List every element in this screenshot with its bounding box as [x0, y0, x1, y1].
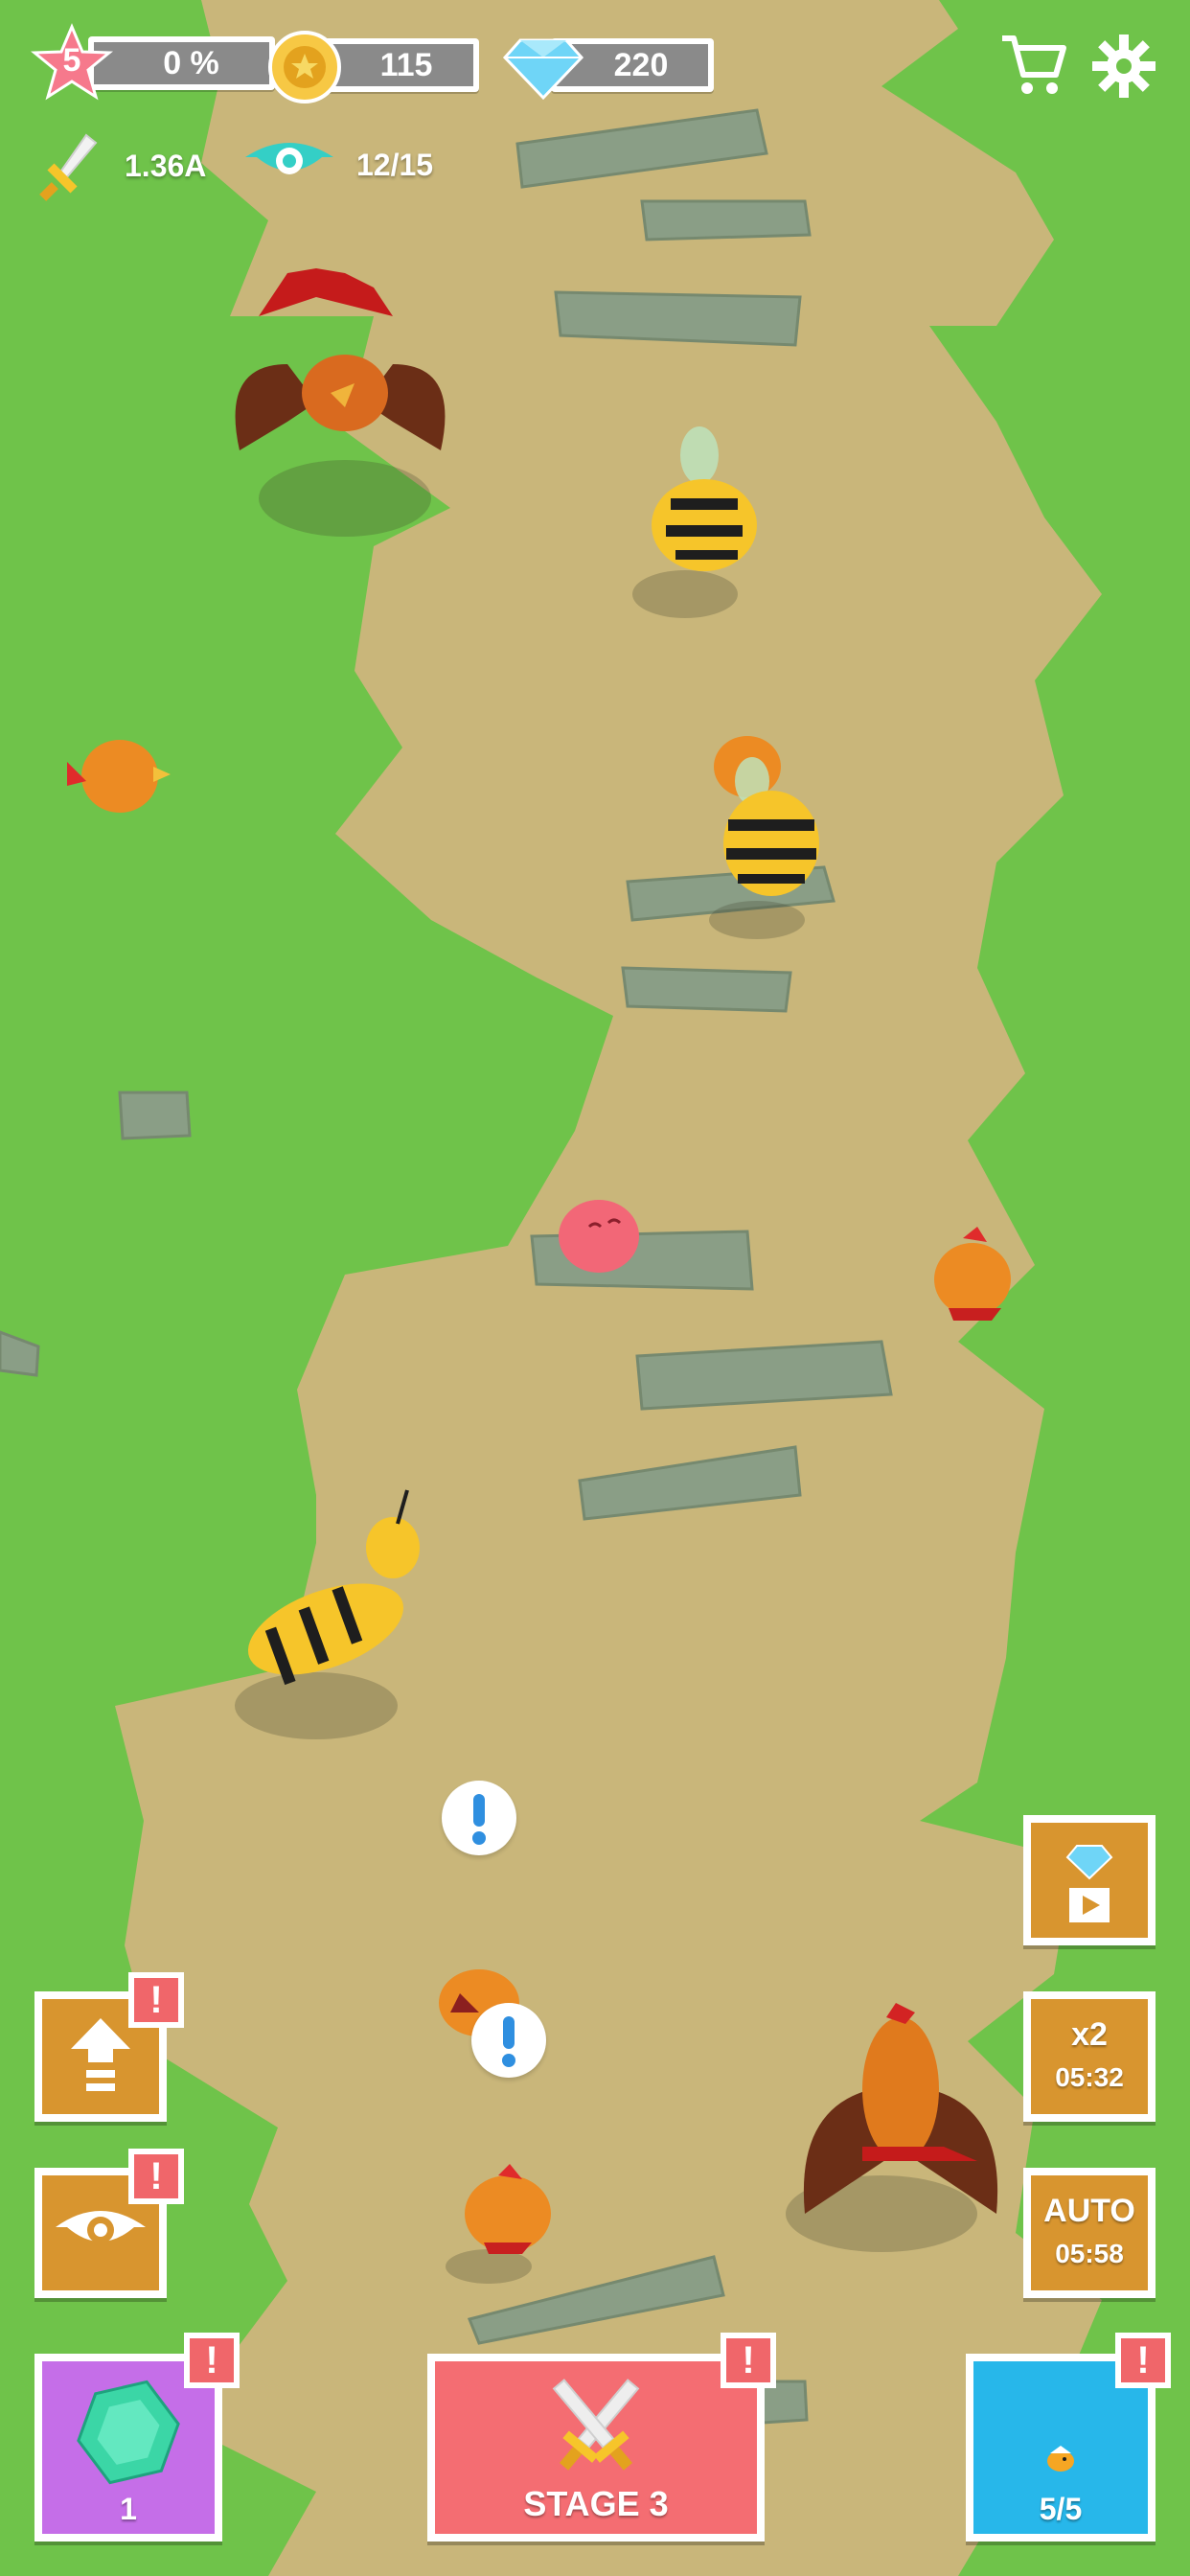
video-gem-button[interactable] [1023, 1815, 1156, 1945]
coin-icon [268, 31, 341, 104]
coin-counter: 115 [268, 29, 479, 105]
coin-count: 115 [379, 46, 433, 83]
attack-value: 1.36A [125, 149, 207, 183]
level-indicator: 0 % 5 [31, 23, 275, 102]
speed-boost-button[interactable]: x2 05:32 [1023, 1991, 1156, 2122]
gear-icon [1092, 34, 1156, 98]
gem-count: 220 [613, 46, 669, 83]
level-number: 5 [62, 42, 81, 79]
speed-timer: 05:32 [1055, 2062, 1124, 2092]
auto-timer: 05:58 [1055, 2239, 1124, 2268]
upgrade-alert-badge: ! [128, 1972, 184, 2028]
vision-alert-badge: ! [128, 2149, 184, 2204]
cart-icon [1002, 35, 1066, 94]
stage-battle-button[interactable]: STAGE 3 [427, 2354, 765, 2542]
alert-speech-bubble[interactable] [442, 1781, 516, 1855]
auto-battle-button[interactable]: AUTO 05:58 [1023, 2168, 1156, 2298]
exclamation-icon [472, 1794, 486, 1845]
level-progress-bar: 0 % [88, 36, 275, 90]
auto-label: AUTO [1043, 2193, 1135, 2229]
crossed-swords-icon [552, 2379, 640, 2471]
alert-speech-bubble-2[interactable] [471, 2003, 546, 2078]
gem-counter: 220 [503, 29, 714, 105]
eye-icon [245, 143, 333, 174]
sword-icon [39, 133, 98, 201]
pink-slime-player [559, 1200, 639, 1273]
attack-stat: 1.36A [36, 129, 228, 206]
video-diamond-icon [1065, 1845, 1113, 1922]
stage-label: STAGE 3 [523, 2484, 669, 2523]
team-alert-badge: ! [1115, 2333, 1171, 2388]
gem-inventory-count: 1 [120, 2492, 137, 2526]
shop-cart-button[interactable] [996, 29, 1069, 102]
diamond-icon [503, 38, 584, 101]
capacity-value: 12/15 [356, 148, 434, 182]
exclamation-icon [502, 2016, 515, 2067]
speed-label: x2 [1071, 2016, 1108, 2053]
settings-button[interactable] [1090, 33, 1157, 100]
team-count: 5/5 [1039, 2492, 1083, 2526]
stage-alert-badge: ! [721, 2333, 776, 2388]
gem-alert-badge: ! [184, 2333, 240, 2388]
capacity-stat: 12/15 [240, 134, 469, 201]
level-progress-text: 0 % [163, 44, 219, 81]
